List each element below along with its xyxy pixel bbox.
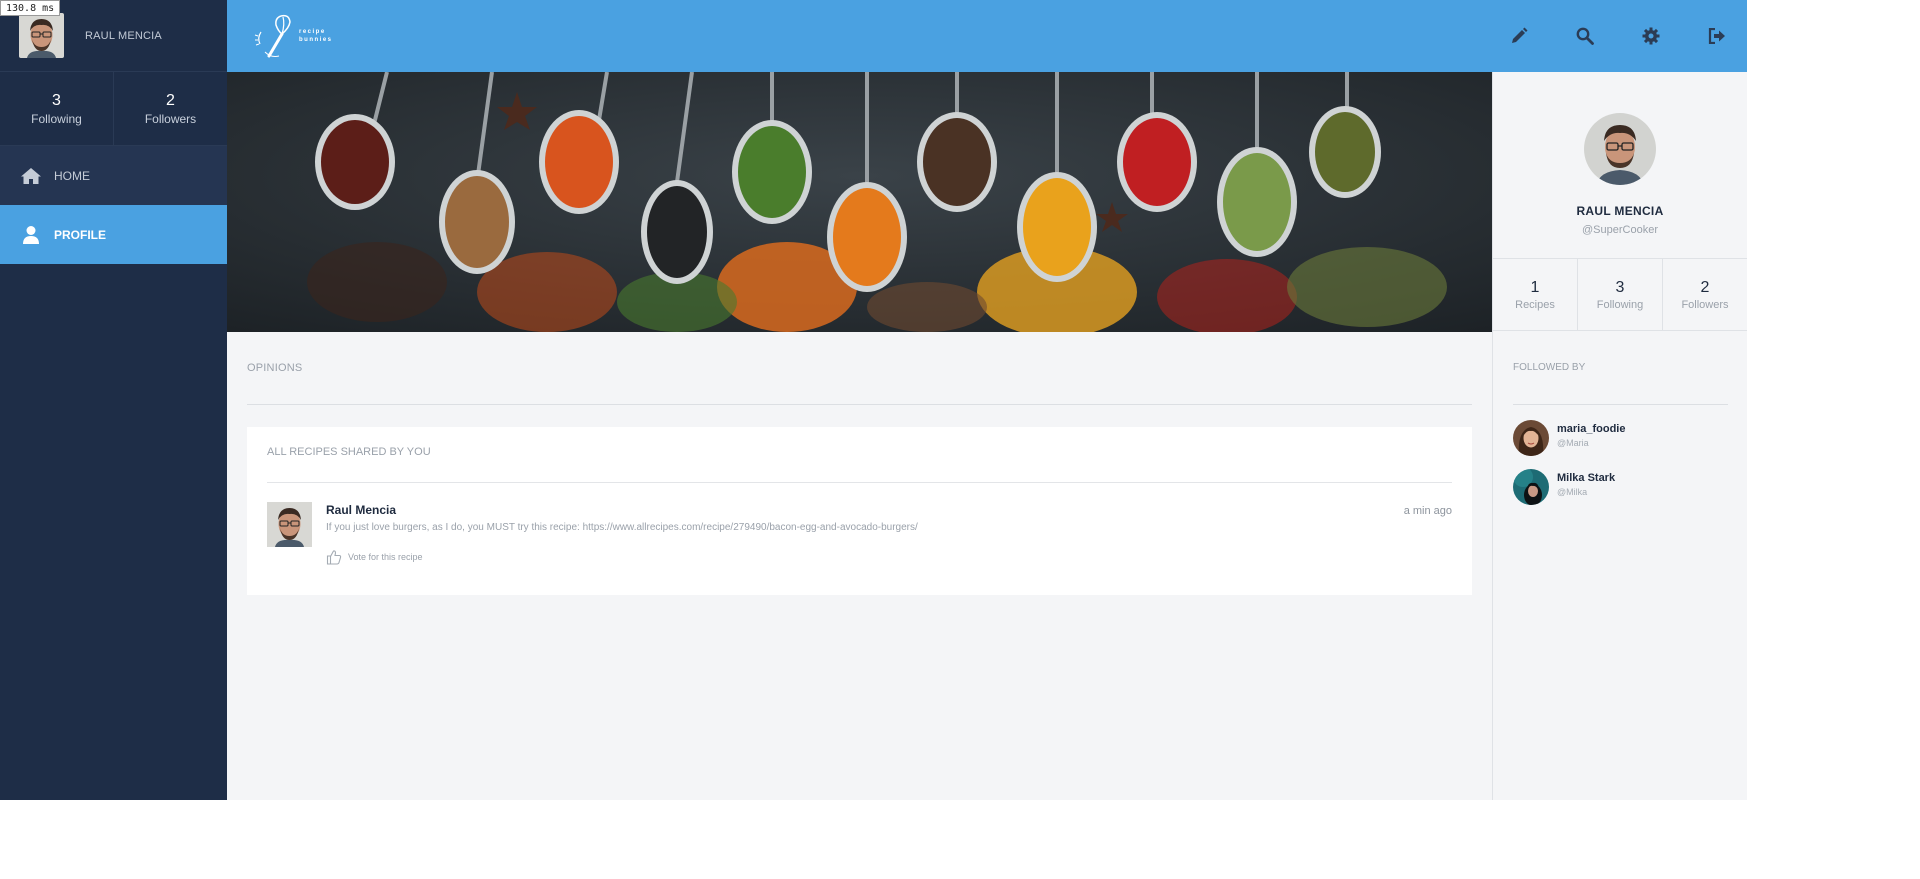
logo-line-1: recipe xyxy=(299,29,326,35)
top-bar: recipe bunnies xyxy=(227,0,1747,72)
whisk-logo-icon xyxy=(254,14,291,58)
post-author[interactable]: Raul Mencia xyxy=(326,503,396,517)
user-icon xyxy=(20,225,42,245)
avatar[interactable] xyxy=(267,502,312,547)
follower-item[interactable]: maria_foodie @Maria xyxy=(1513,420,1625,456)
vote-button[interactable]: Vote for this recipe xyxy=(326,549,423,565)
profile-panel: RAUL MENCIA @SuperCooker 1 Recipes 3 Fol… xyxy=(1492,72,1747,800)
sidebar-user-name: RAUL MENCIA xyxy=(85,29,162,42)
avatar[interactable] xyxy=(19,13,64,58)
stat-value: 2 xyxy=(166,91,175,109)
stat-value: 3 xyxy=(1615,278,1625,296)
app-logo[interactable]: recipe bunnies xyxy=(253,10,333,62)
sidebar-item-label: PROFILE xyxy=(54,227,107,242)
main-content: OPINIONS ALL RECIPES SHARED BY YOU Raul … xyxy=(227,72,1492,800)
follower-name: Milka Stark xyxy=(1557,472,1616,484)
divider xyxy=(267,482,1452,483)
card-title: ALL RECIPES SHARED BY YOU xyxy=(267,446,431,458)
sidebar-stats: 3 Following 2 Followers xyxy=(0,71,227,146)
profile-stat-recipes[interactable]: 1 Recipes xyxy=(1493,259,1577,330)
follower-name: maria_foodie xyxy=(1557,423,1626,435)
avatar xyxy=(1513,420,1549,456)
home-icon xyxy=(20,166,42,186)
profile-name: RAUL MENCIA xyxy=(1576,204,1664,218)
sidebar-item-label: HOME xyxy=(54,168,90,183)
opinions-heading: OPINIONS xyxy=(247,362,303,374)
recipes-card: ALL RECIPES SHARED BY YOU Raul Mencia a … xyxy=(247,427,1472,595)
divider xyxy=(1513,404,1728,405)
stat-label: Following xyxy=(1596,298,1644,311)
follower-handle: @Milka xyxy=(1557,487,1588,497)
divider xyxy=(247,404,1472,405)
settings-icon[interactable] xyxy=(1639,24,1663,48)
logo-text: recipe bunnies xyxy=(299,28,333,44)
sidebar-stat-following[interactable]: 3 Following xyxy=(0,72,113,145)
vote-label: Vote for this recipe xyxy=(348,552,423,562)
stat-value: 1 xyxy=(1530,278,1540,296)
post-text: If you just love burgers, as I do, you M… xyxy=(326,522,918,533)
profile-stat-followers[interactable]: 2 Followers xyxy=(1662,259,1747,330)
stat-value: 2 xyxy=(1700,278,1710,296)
profile-banner-image xyxy=(227,72,1492,332)
follower-item[interactable]: Milka Stark @Milka xyxy=(1513,469,1615,505)
topbar-actions xyxy=(1465,24,1729,48)
sidebar-stat-followers[interactable]: 2 Followers xyxy=(113,72,227,145)
stat-label: Recipes xyxy=(1515,298,1555,311)
logout-icon[interactable] xyxy=(1705,24,1729,48)
timing-overlay: 130.8 ms xyxy=(0,0,61,16)
edit-icon[interactable] xyxy=(1507,24,1531,48)
sidebar-item-home[interactable]: HOME xyxy=(0,146,227,205)
profile-header: RAUL MENCIA @SuperCooker xyxy=(1493,72,1747,259)
avatar xyxy=(1513,469,1549,505)
sidebar-item-profile[interactable]: PROFILE xyxy=(0,205,227,264)
followed-by-heading: FOLLOWED BY xyxy=(1513,362,1586,373)
profile-stat-following[interactable]: 3 Following xyxy=(1577,259,1662,330)
profile-handle: @SuperCooker xyxy=(1582,224,1658,236)
sidebar: RAUL MENCIA 3 Following 2 Followers HOME… xyxy=(0,0,227,800)
stat-label: Followers xyxy=(144,111,197,126)
app-root: RAUL MENCIA 3 Following 2 Followers HOME… xyxy=(0,0,1747,800)
post-timestamp: a min ago xyxy=(1403,505,1452,517)
stat-value: 3 xyxy=(52,91,61,109)
stat-label: Followers xyxy=(1681,298,1729,311)
stat-label: Following xyxy=(31,111,82,126)
logo-line-2: bunnies xyxy=(299,37,333,43)
profile-stats: 1 Recipes 3 Following 2 Followers xyxy=(1493,259,1747,331)
follower-handle: @Maria xyxy=(1557,438,1589,448)
avatar[interactable] xyxy=(1584,113,1656,185)
thumbs-up-icon xyxy=(326,549,342,565)
search-icon[interactable] xyxy=(1573,24,1597,48)
